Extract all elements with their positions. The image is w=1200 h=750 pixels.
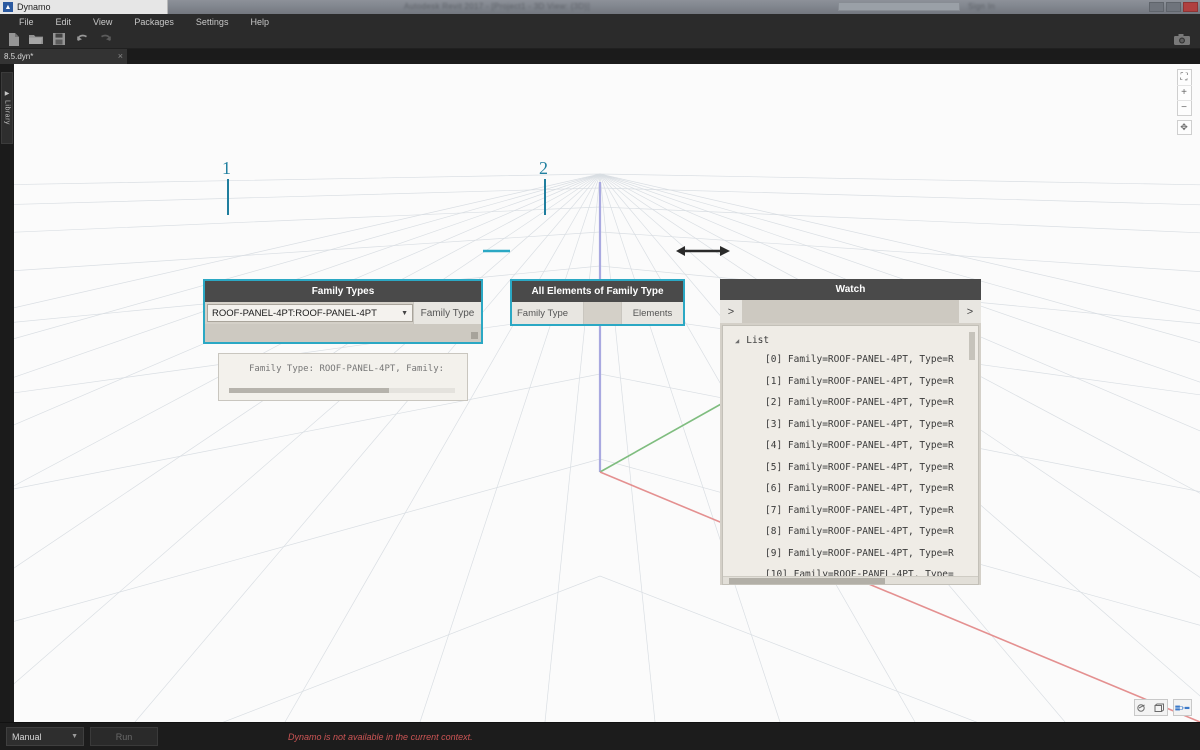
dynamo-window: ▲ Dynamo File Edit View Packages Setting…	[0, 0, 1200, 750]
menu-packages[interactable]: Packages	[123, 14, 185, 30]
show-solids-icon[interactable]	[1151, 701, 1166, 714]
port-spacer	[742, 300, 959, 323]
watch-list-items: ◢ List [0] Family=ROOF-PANEL-4PT, Type=R…	[723, 326, 978, 585]
annotation-1: 1	[222, 159, 231, 177]
menu-file[interactable]: File	[8, 14, 45, 30]
run-mode-value: Manual	[12, 732, 42, 742]
node-family-types-title: Family Types	[205, 281, 481, 302]
background-grid	[0, 64, 1200, 722]
node-family-types[interactable]: Family Types ROOF-PANEL-4PT:ROOF-PANEL-4…	[203, 279, 483, 344]
port-spacer	[584, 302, 621, 324]
list-item: [7] Family=ROOF-PANEL-4PT, Type=R	[723, 500, 978, 522]
node-preview-text: Family Type: ROOF-PANEL-4PT, Family:	[219, 354, 467, 374]
expand-caret-icon[interactable]: ◢	[735, 337, 739, 345]
zoom-controls[interactable]: ⛶ + − ✥	[1176, 69, 1192, 135]
node-all-elements-ports: Family Type Elements	[512, 302, 683, 324]
zoom-stack[interactable]: ⛶ + −	[1177, 69, 1192, 116]
watch-vscrollbar-thumb[interactable]	[969, 332, 975, 360]
watch-horizontal-scrollbar[interactable]	[723, 576, 978, 584]
port-out-elements[interactable]: Elements	[621, 302, 683, 324]
library-label: Library	[4, 100, 11, 125]
watch-list-view[interactable]: ◢ List [0] Family=ROOF-PANEL-4PT, Type=R…	[722, 325, 979, 585]
graph-view-icon[interactable]	[1175, 701, 1190, 714]
list-item: [3] Family=ROOF-PANEL-4PT, Type=R	[723, 414, 978, 436]
undo-icon[interactable]	[75, 32, 89, 46]
graph-canvas[interactable]: ▶ Library ⛶ + − ✥	[0, 64, 1200, 722]
list-item: [6] Family=ROOF-PANEL-4PT, Type=R	[723, 478, 978, 500]
node-watch-body: > > ◢ List [0] Family=ROOF-PANEL-4PT, Ty…	[720, 300, 981, 585]
status-message: Dynamo is not available in the current c…	[288, 732, 473, 742]
resize-handle[interactable]	[471, 332, 478, 339]
run-button[interactable]: Run	[90, 727, 158, 746]
list-item: [4] Family=ROOF-PANEL-4PT, Type=R	[723, 435, 978, 457]
annotation-leader-1	[227, 179, 229, 215]
watch-vertical-scrollbar[interactable]	[969, 332, 975, 576]
port-out-watch[interactable]: >	[959, 300, 981, 323]
list-item: [5] Family=ROOF-PANEL-4PT, Type=R	[723, 457, 978, 479]
annotation-2: 2	[539, 159, 548, 177]
tab-label: 8.5.dyn*	[4, 52, 33, 61]
library-toggle[interactable]: ▶ Library	[1, 72, 13, 144]
port-in-family-type[interactable]: Family Type	[512, 302, 584, 324]
view-toggle-group[interactable]	[1134, 699, 1192, 716]
preview-scrollbar-thumb[interactable]	[229, 388, 389, 393]
list-item: [8] Family=ROOF-PANEL-4PT, Type=R	[723, 521, 978, 543]
camera-icon[interactable]	[1174, 33, 1190, 46]
chevron-right-icon[interactable]: ▶	[5, 91, 10, 97]
menu-bar: File Edit View Packages Settings Help	[0, 14, 1200, 30]
watch-list-root[interactable]: ◢ List	[723, 332, 978, 349]
family-type-dropdown[interactable]: ROOF-PANEL-4PT:ROOF-PANEL-4PT ▼	[207, 304, 413, 322]
graph-toggle-group[interactable]	[1173, 699, 1192, 716]
list-item: [1] Family=ROOF-PANEL-4PT, Type=R	[723, 371, 978, 393]
annotation-number-1: 1	[222, 159, 231, 177]
node-watch-ports: > >	[720, 300, 981, 323]
new-file-icon[interactable]	[6, 32, 20, 46]
pan-icon[interactable]: ✥	[1177, 120, 1192, 135]
annotation-number-2: 2	[539, 159, 548, 177]
menu-view[interactable]: View	[82, 14, 123, 30]
toolbar	[0, 30, 1200, 49]
app-title: Dynamo	[17, 2, 51, 12]
dynamo-logo-icon: ▲	[3, 2, 13, 12]
port-out-family-type[interactable]: Family Type	[413, 302, 481, 324]
save-icon[interactable]	[52, 32, 66, 46]
node-all-elements-title: All Elements of Family Type	[512, 281, 683, 302]
chevron-down-icon[interactable]: ▼	[71, 733, 78, 740]
annotation-leader-2	[544, 179, 546, 215]
isolate-geometry-icon[interactable]	[1136, 701, 1151, 714]
run-mode-dropdown[interactable]: Manual ▼	[6, 727, 84, 746]
menu-settings[interactable]: Settings	[185, 14, 240, 30]
node-all-elements-body: Family Type Elements	[512, 302, 683, 324]
node-watch[interactable]: Watch > > ◢ List [0] Family=ROOF-PANEL-4…	[720, 279, 981, 587]
node-watch-title: Watch	[720, 279, 981, 300]
status-bar: Manual ▼ Run Dynamo is not available in …	[0, 722, 1200, 750]
node-family-types-body: ROOF-PANEL-4PT:ROOF-PANEL-4PT ▼ Family T…	[205, 302, 481, 342]
open-folder-icon[interactable]	[29, 32, 43, 46]
node-family-types-row: ROOF-PANEL-4PT:ROOF-PANEL-4PT ▼ Family T…	[205, 302, 481, 324]
fit-to-screen-icon[interactable]: ⛶	[1177, 70, 1192, 85]
tab-strip: 8.5.dyn* ×	[0, 49, 1200, 64]
menu-help[interactable]: Help	[239, 14, 280, 30]
preview-horizontal-scrollbar[interactable]	[229, 388, 455, 393]
family-type-dropdown-value: ROOF-PANEL-4PT:ROOF-PANEL-4PT	[212, 308, 377, 319]
redo-icon[interactable]	[98, 32, 112, 46]
menu-edit[interactable]: Edit	[45, 14, 83, 30]
library-panel-strip[interactable]: ▶ Library	[0, 64, 14, 722]
chevron-down-icon[interactable]: ▼	[401, 310, 408, 317]
zoom-in-button[interactable]: +	[1177, 85, 1192, 100]
list-item: [2] Family=ROOF-PANEL-4PT, Type=R	[723, 392, 978, 414]
node-family-types-footer	[205, 324, 481, 342]
port-in-watch[interactable]: >	[720, 300, 742, 323]
list-item: [9] Family=ROOF-PANEL-4PT, Type=R	[723, 543, 978, 565]
watch-root-label: List	[746, 335, 769, 346]
node-all-elements-of-family-type[interactable]: All Elements of Family Type Family Type …	[510, 279, 685, 326]
zoom-out-button[interactable]: −	[1177, 100, 1192, 115]
tab-8-5-dyn[interactable]: 8.5.dyn* ×	[0, 49, 127, 64]
list-item: [0] Family=ROOF-PANEL-4PT, Type=R	[723, 349, 978, 371]
geometry-toggle-group[interactable]	[1134, 699, 1168, 716]
dynamo-titlebar: ▲ Dynamo	[0, 0, 168, 14]
watch-hscrollbar-thumb[interactable]	[729, 578, 885, 584]
node-preview-bubble: Family Type: ROOF-PANEL-4PT, Family:	[218, 353, 468, 401]
close-icon[interactable]: ×	[118, 52, 123, 61]
